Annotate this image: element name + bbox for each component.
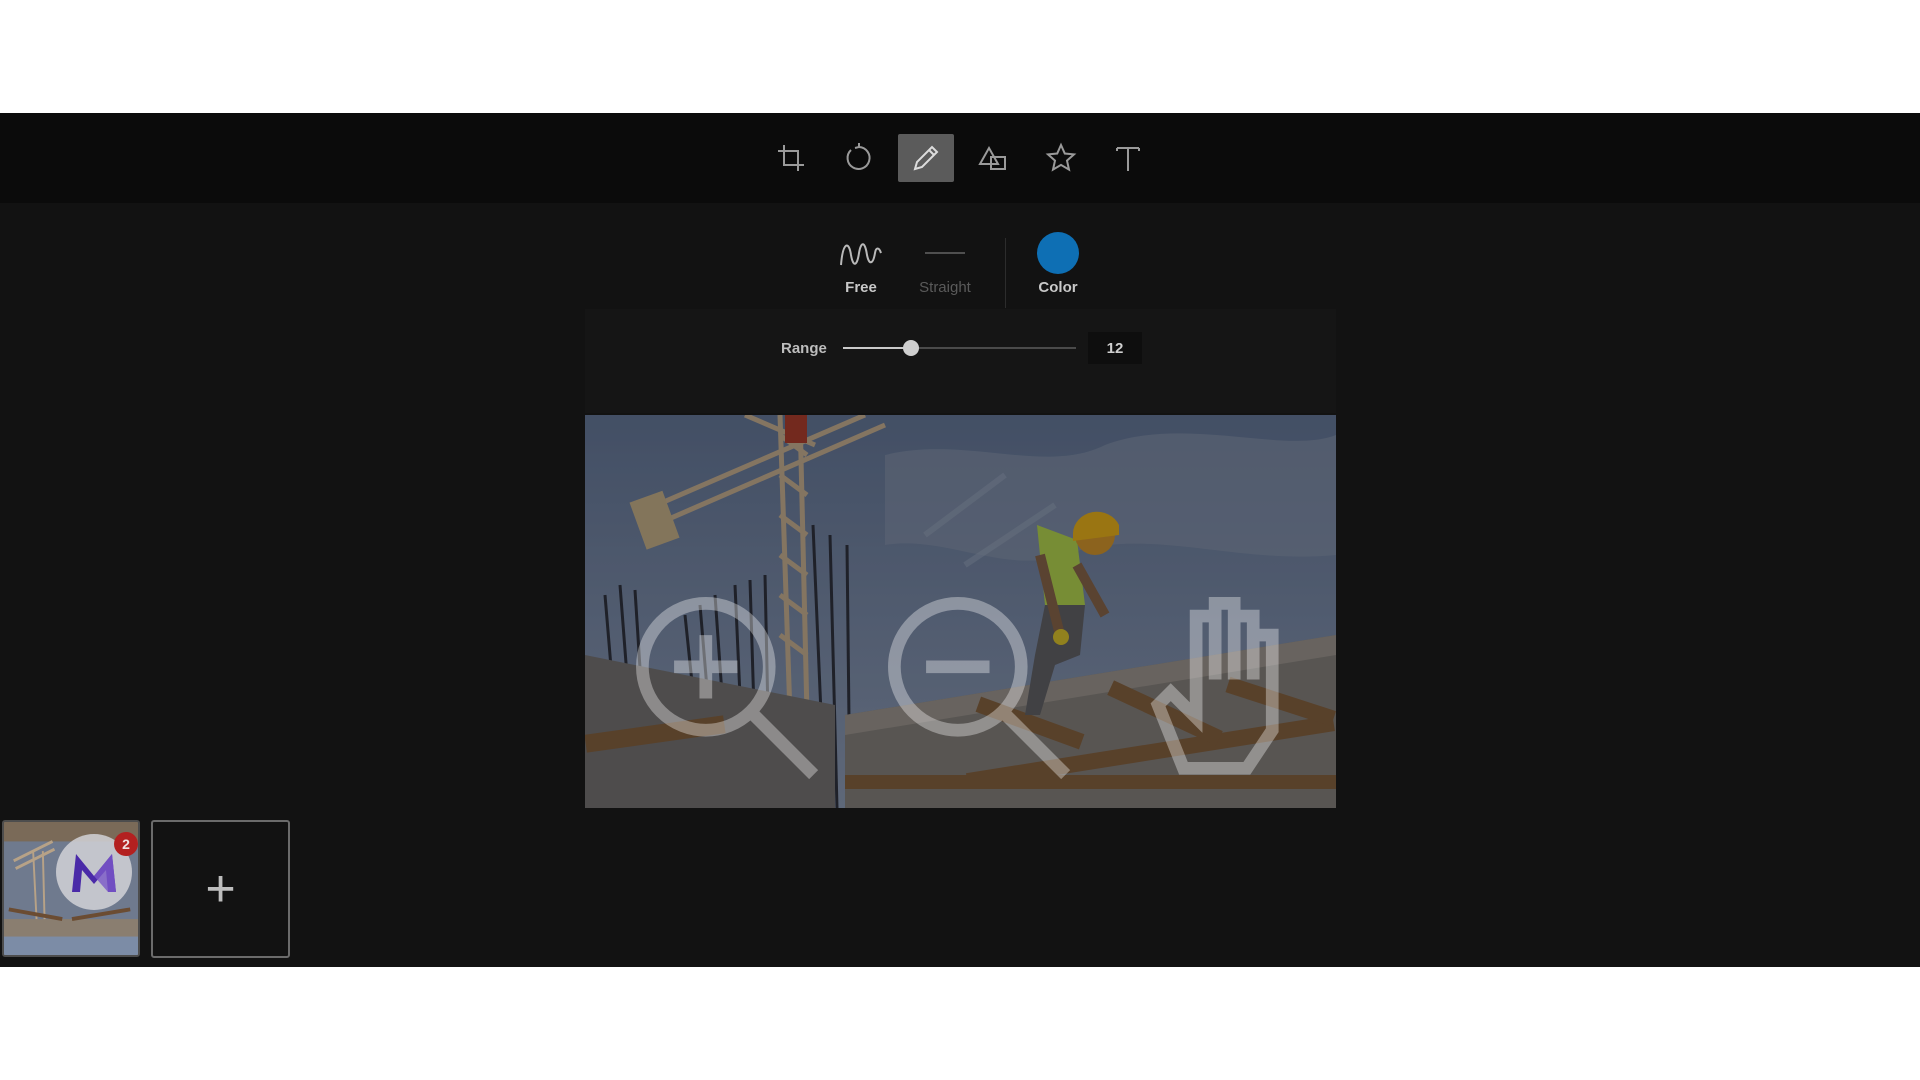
text-tool-button[interactable] <box>1100 134 1156 182</box>
range-slider[interactable] <box>843 340 1076 356</box>
color-swatch <box>1037 232 1079 274</box>
free-label: Free <box>845 279 877 296</box>
range-slider-fill <box>843 347 911 349</box>
sticker-tool-button[interactable] <box>1033 134 1089 182</box>
options-divider <box>1005 238 1006 308</box>
rotate-icon <box>846 143 871 170</box>
free-draw-option[interactable]: Free <box>821 233 901 315</box>
shapes-tool-button[interactable] <box>965 134 1021 182</box>
color-option[interactable]: Color <box>1018 232 1098 315</box>
add-image-button[interactable]: + <box>151 820 290 958</box>
image-editor: Free Straight Color Range 12 2 + <box>0 113 1920 967</box>
freehand-wave-icon <box>840 243 882 266</box>
m-logo-icon <box>72 854 116 892</box>
straight-label: Straight <box>919 279 971 296</box>
zoom-in-icon[interactable] <box>617 578 833 794</box>
draw-tool-button[interactable] <box>898 134 954 182</box>
rotate-tool-button[interactable] <box>830 134 886 182</box>
straight-draw-option[interactable]: Straight <box>905 233 985 315</box>
editor-toolbar <box>0 113 1920 203</box>
shapes-icon <box>978 145 1006 170</box>
pencil-icon <box>913 145 939 171</box>
hand-icon[interactable] <box>1120 578 1336 794</box>
image-canvas[interactable] <box>585 415 1336 808</box>
crop-icon <box>778 145 804 171</box>
range-panel <box>585 309 1336 413</box>
crop-tool-button[interactable] <box>763 134 819 182</box>
color-label: Color <box>1038 279 1078 296</box>
straight-line-icon <box>925 252 965 254</box>
notification-badge: 2 <box>114 832 138 856</box>
text-icon <box>1116 147 1140 171</box>
star-icon <box>1045 142 1077 172</box>
image-thumbnail[interactable]: 2 <box>2 820 140 957</box>
range-value-input[interactable]: 12 <box>1088 332 1142 364</box>
range-label: Range <box>781 340 827 357</box>
zoom-controls <box>617 578 1336 794</box>
range-slider-thumb[interactable] <box>902 340 919 356</box>
zoom-out-icon[interactable] <box>869 578 1085 794</box>
